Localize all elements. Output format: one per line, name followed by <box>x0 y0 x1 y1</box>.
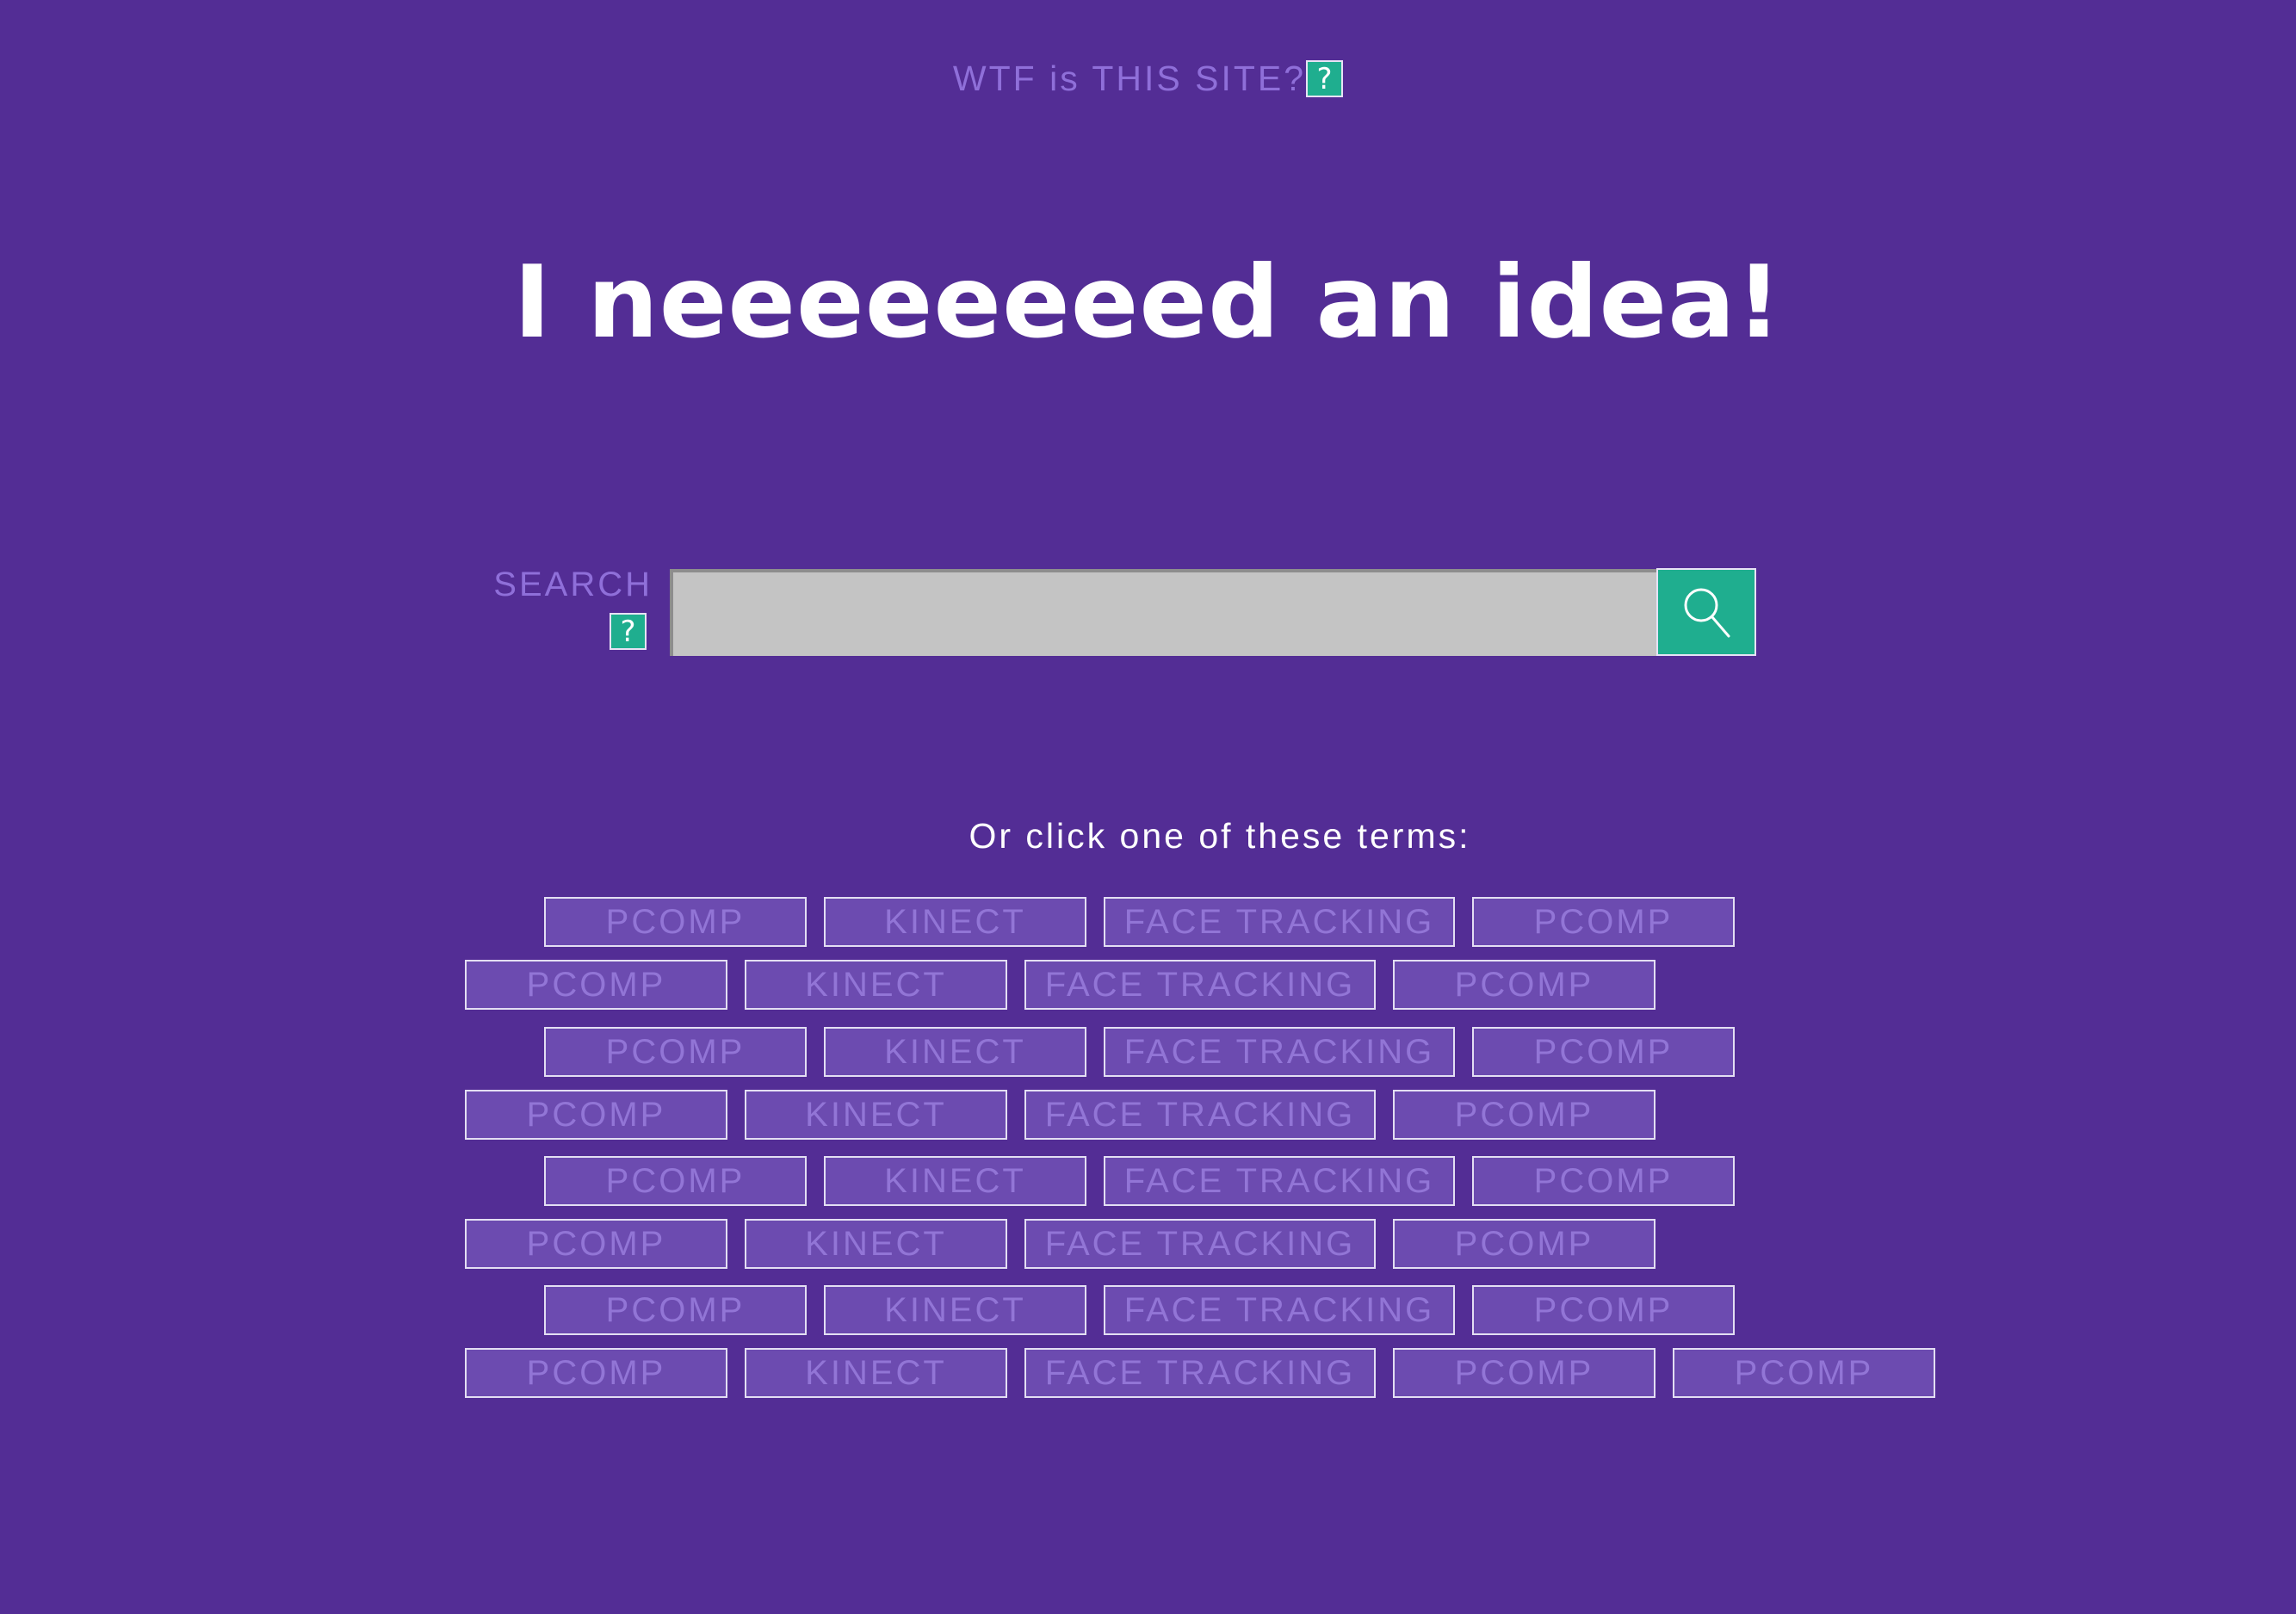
term-chip[interactable]: FACE TRACKING <box>1104 1285 1455 1335</box>
term-chip[interactable]: PCOMP <box>465 960 727 1010</box>
term-chip[interactable]: KINECT <box>745 1090 1007 1140</box>
terms-caption: Or click one of these terms: <box>969 816 1471 856</box>
terms-row: PCOMP KINECT FACE TRACKING PCOMP PCOMP <box>465 1348 1953 1398</box>
term-chip[interactable]: PCOMP <box>1393 960 1655 1010</box>
term-chip[interactable]: FACE TRACKING <box>1104 897 1455 947</box>
term-chip[interactable]: PCOMP <box>1393 1090 1655 1140</box>
site-info-link[interactable]: WTF is THIS SITE?? <box>0 55 2296 99</box>
help-icon[interactable]: ? <box>1306 59 1344 97</box>
terms-row: PCOMP KINECT FACE TRACKING PCOMP <box>465 1090 1673 1140</box>
term-chip[interactable]: PCOMP <box>544 1027 807 1077</box>
term-chip[interactable]: KINECT <box>745 1219 1007 1269</box>
term-chip[interactable]: PCOMP <box>1673 1348 1935 1398</box>
term-chip[interactable]: PCOMP <box>544 1285 807 1335</box>
term-chip[interactable]: PCOMP <box>1472 897 1735 947</box>
page-title: I neeeeeeeed an idea! <box>513 244 1783 361</box>
term-chip[interactable]: PCOMP <box>544 897 807 947</box>
search-input[interactable] <box>670 569 1658 656</box>
term-chip[interactable]: FACE TRACKING <box>1024 1348 1376 1398</box>
terms-row: PCOMP KINECT FACE TRACKING PCOMP <box>465 1219 1673 1269</box>
term-chip[interactable]: PCOMP <box>465 1219 727 1269</box>
site-info-label[interactable]: WTF is THIS SITE? <box>953 59 1306 98</box>
search-label: SEARCH <box>493 566 653 603</box>
term-chip[interactable]: PCOMP <box>1472 1156 1735 1206</box>
term-chip[interactable]: FACE TRACKING <box>1024 960 1376 1010</box>
terms-row: PCOMP KINECT FACE TRACKING PCOMP <box>544 1285 1752 1335</box>
term-chip[interactable]: FACE TRACKING <box>1024 1090 1376 1140</box>
term-chip[interactable]: KINECT <box>824 897 1086 947</box>
term-chip[interactable]: PCOMP <box>465 1090 727 1140</box>
term-chip[interactable]: FACE TRACKING <box>1024 1219 1376 1269</box>
term-chip[interactable]: PCOMP <box>1472 1027 1735 1077</box>
terms-row: PCOMP KINECT FACE TRACKING PCOMP <box>544 1156 1752 1206</box>
term-chip[interactable]: KINECT <box>824 1027 1086 1077</box>
search-button[interactable] <box>1656 568 1756 656</box>
term-chip[interactable]: KINECT <box>745 960 1007 1010</box>
term-chip[interactable]: FACE TRACKING <box>1104 1156 1455 1206</box>
search-help-icon[interactable]: ? <box>610 613 647 650</box>
term-chip[interactable]: PCOMP <box>1393 1348 1655 1398</box>
terms-row: PCOMP KINECT FACE TRACKING PCOMP <box>465 960 1673 1010</box>
term-chip[interactable]: FACE TRACKING <box>1104 1027 1455 1077</box>
term-chip[interactable]: KINECT <box>824 1156 1086 1206</box>
term-chip[interactable]: KINECT <box>745 1348 1007 1398</box>
term-chip[interactable]: PCOMP <box>1472 1285 1735 1335</box>
term-chip[interactable]: PCOMP <box>465 1348 727 1398</box>
term-chip[interactable]: KINECT <box>824 1285 1086 1335</box>
term-chip[interactable]: PCOMP <box>544 1156 807 1206</box>
magnifier-icon <box>1684 588 1730 638</box>
term-chip[interactable]: PCOMP <box>1393 1219 1655 1269</box>
terms-row: PCOMP KINECT FACE TRACKING PCOMP <box>544 1027 1752 1077</box>
terms-row: PCOMP KINECT FACE TRACKING PCOMP <box>544 897 1752 947</box>
